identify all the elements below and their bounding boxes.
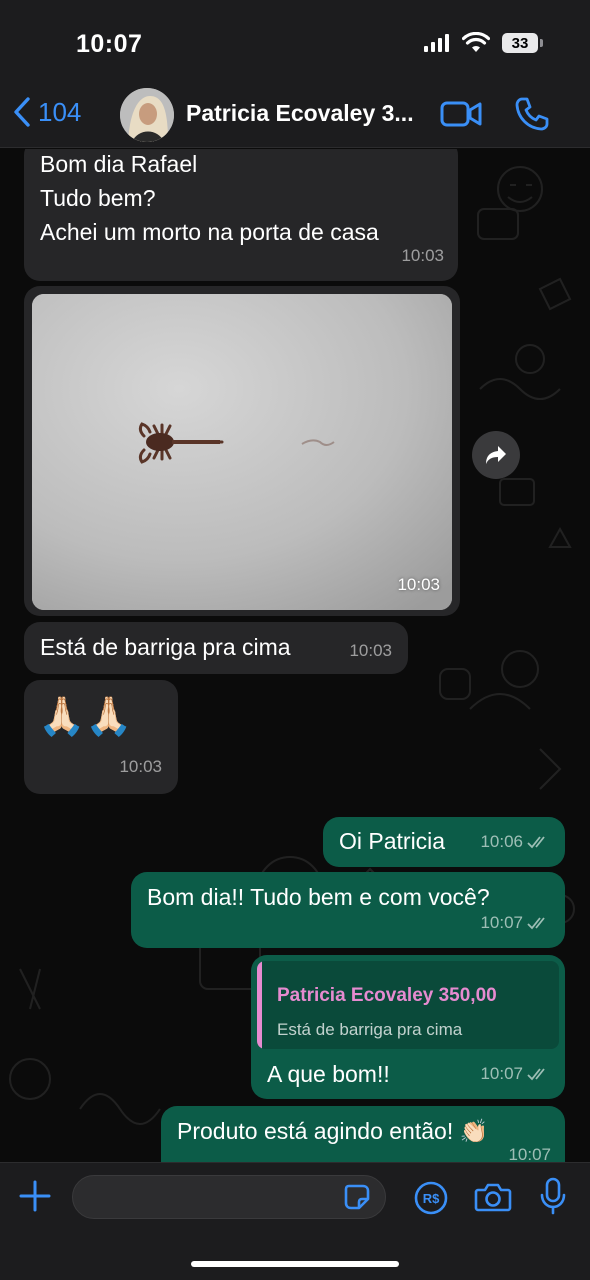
emoji-text: 🙏🏻🙏🏻 bbox=[38, 694, 133, 738]
read-ticks-icon bbox=[527, 836, 545, 849]
message-time: 10:03 bbox=[119, 757, 162, 776]
message-time: 10:06 bbox=[480, 832, 523, 851]
message-field[interactable] bbox=[72, 1175, 386, 1219]
video-call-icon[interactable] bbox=[440, 98, 482, 130]
message-meta: 10:06 bbox=[480, 825, 551, 859]
message-time: 10:07 bbox=[508, 1145, 551, 1162]
incoming-image-message[interactable]: 10:03 bbox=[24, 286, 460, 616]
outgoing-message[interactable]: Bom dia!! Tudo bem e com você? 10:07 bbox=[131, 872, 565, 948]
forward-icon bbox=[486, 446, 506, 464]
status-time: 10:07 bbox=[76, 30, 143, 58]
chat-area[interactable]: Bom dia Rafael Tudo bem? Achei um morto … bbox=[0, 149, 590, 1162]
incoming-message[interactable]: Está de barriga pra cima 10:03 bbox=[24, 622, 408, 674]
quote-bar bbox=[257, 961, 262, 1049]
message-text: Produto está agindo então! 👏🏻 bbox=[177, 1118, 489, 1144]
scorpion-photo[interactable]: 10:03 bbox=[32, 294, 452, 610]
message-meta: 10:07 bbox=[480, 906, 551, 940]
message-meta: 10:07 bbox=[480, 1057, 551, 1091]
outgoing-message[interactable]: Produto está agindo então! 👏🏻 10:07 bbox=[161, 1106, 565, 1162]
quote-author: Patricia Ecovaley 350,00 bbox=[277, 985, 497, 1006]
message-input[interactable] bbox=[87, 1182, 337, 1212]
message-text: Bom dia!! Tudo bem e com você? bbox=[147, 884, 490, 910]
message-text: A que bom!! bbox=[267, 1061, 390, 1087]
message-line: Achei um morto na porta de casa bbox=[40, 219, 379, 245]
message-text: Oi Patricia bbox=[339, 828, 446, 854]
message-time: 10:03 bbox=[401, 246, 444, 265]
avatar-photo bbox=[120, 88, 174, 142]
avatar[interactable] bbox=[120, 88, 174, 142]
chat-header: 104 Patricia Ecovaley 3... bbox=[0, 82, 590, 148]
scorpion-image bbox=[32, 294, 452, 610]
image-time: 10:03 bbox=[397, 575, 440, 594]
quote-text: Está de barriga pra cima bbox=[277, 1020, 463, 1039]
outgoing-message[interactable]: Oi Patricia 10:06 bbox=[323, 817, 565, 867]
outgoing-reply-message[interactable]: Patricia Ecovaley 350,00 Está de barriga… bbox=[251, 955, 565, 1099]
back-chevron-icon bbox=[14, 97, 30, 127]
mic-icon[interactable] bbox=[540, 1177, 566, 1215]
signal-icon bbox=[424, 34, 449, 52]
back-button[interactable]: 104 bbox=[12, 96, 81, 128]
svg-text:R$: R$ bbox=[423, 1191, 440, 1206]
quoted-message[interactable]: Patricia Ecovaley 350,00 Está de barriga… bbox=[257, 961, 559, 1049]
message-line: Tudo bem? bbox=[40, 185, 156, 211]
read-ticks-icon bbox=[527, 1068, 545, 1081]
phone-icon[interactable] bbox=[514, 96, 550, 132]
sticker-icon[interactable] bbox=[343, 1183, 371, 1211]
message-time: 10:07 bbox=[480, 913, 523, 932]
forward-button[interactable] bbox=[472, 431, 520, 479]
incoming-message[interactable]: Bom dia Rafael Tudo bem? Achei um morto … bbox=[24, 149, 458, 281]
message-text: Está de barriga pra cima bbox=[40, 634, 291, 660]
battery-icon: 33 bbox=[502, 33, 538, 53]
plus-icon[interactable] bbox=[18, 1179, 52, 1213]
home-indicator bbox=[191, 1261, 399, 1267]
payment-icon[interactable]: R$ bbox=[414, 1181, 448, 1215]
message-line: Bom dia Rafael bbox=[40, 151, 198, 177]
status-bar: 10:07 33 bbox=[0, 0, 590, 82]
incoming-emoji-message[interactable]: 🙏🏻🙏🏻 10:03 bbox=[24, 680, 178, 794]
wifi-icon bbox=[462, 32, 490, 52]
message-composer: R$ bbox=[0, 1162, 590, 1280]
back-count: 104 bbox=[38, 96, 82, 127]
read-ticks-icon bbox=[527, 917, 545, 930]
message-time: 10:07 bbox=[480, 1064, 523, 1083]
battery-tip bbox=[540, 39, 543, 47]
contact-name[interactable]: Patricia Ecovaley 3... bbox=[186, 100, 422, 127]
camera-icon[interactable] bbox=[474, 1181, 512, 1213]
message-time: 10:03 bbox=[349, 641, 392, 660]
